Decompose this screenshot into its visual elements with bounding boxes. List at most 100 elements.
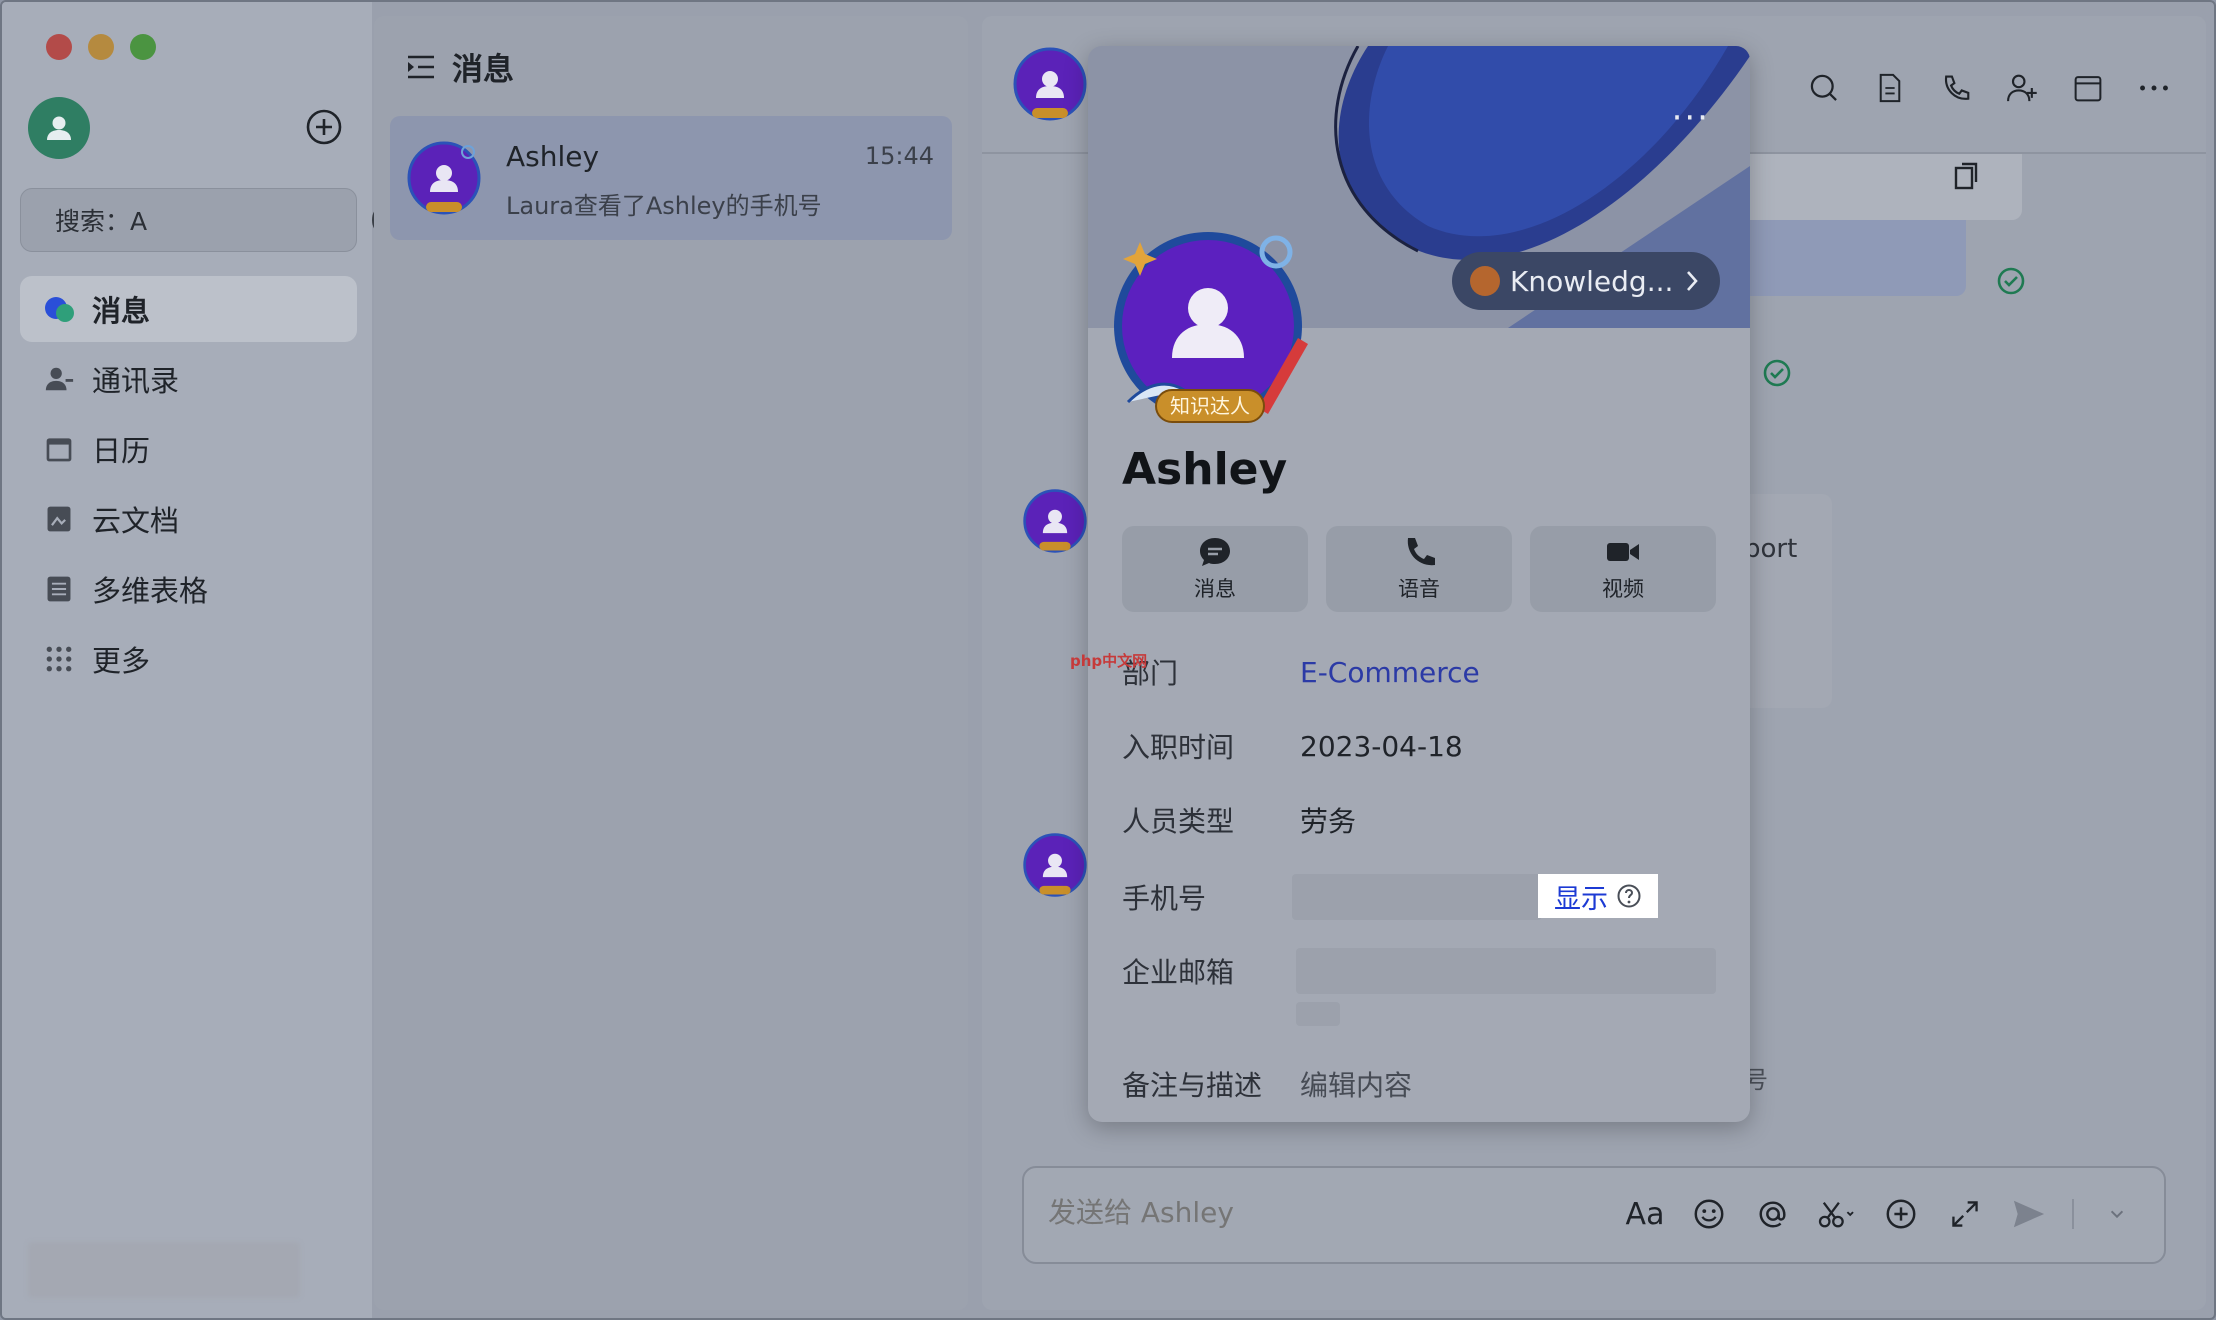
hire-date-row: 入职时间 2023-04-18: [1122, 726, 1463, 766]
sidebar-item-messages[interactable]: 消息: [20, 276, 357, 342]
edit-notes-link[interactable]: 编辑内容: [1300, 1064, 1412, 1104]
list-header: 消息: [404, 44, 514, 89]
send-icon[interactable]: [2008, 1192, 2050, 1236]
staff-type-row: 人员类型 劳务: [1122, 800, 1356, 840]
screenshot-scissors-icon[interactable]: [1816, 1192, 1858, 1236]
chevron-right-icon: [1687, 271, 1698, 291]
search-field[interactable]: [20, 188, 386, 252]
page-title: 消息: [452, 52, 514, 88]
more-icon[interactable]: [2132, 66, 2176, 110]
docs-icon: [42, 502, 76, 536]
message-bubble: [1722, 220, 1966, 296]
watermark: php中文网: [1070, 652, 1148, 670]
message-composer[interactable]: Aa: [1022, 1166, 2166, 1264]
search-input[interactable]: [55, 205, 372, 235]
sidebar-item-base[interactable]: 多维表格: [20, 556, 357, 622]
profile-actions: 消息 语音 视频: [1122, 526, 1716, 612]
maximize-window-button[interactable]: [130, 34, 156, 60]
badge-icon: [1470, 266, 1500, 296]
chat-toolbar: [1802, 66, 2176, 110]
user-icon: [47, 116, 71, 140]
field-label: 备注与描述: [1122, 1069, 1263, 1102]
add-member-icon[interactable]: [2000, 66, 2044, 110]
action-label: 消息: [1194, 577, 1236, 601]
conversation-preview: Laura查看了Ashley的手机号: [506, 192, 822, 220]
phone-icon: [1407, 538, 1435, 566]
app-window: 消息 通讯录 日历: [0, 0, 2216, 1320]
phone-icon[interactable]: [1934, 66, 1978, 110]
list-item[interactable]: Ashley 15:44 Laura查看了Ashley的手机号: [390, 116, 952, 240]
message-button[interactable]: 消息: [1122, 526, 1308, 612]
notes-row: 备注与描述 编辑内容: [1122, 1064, 1412, 1104]
field-value: 2023-04-18: [1300, 729, 1463, 763]
search-chat-icon[interactable]: [1802, 66, 1846, 110]
action-label: 视频: [1602, 577, 1644, 601]
sidebar-nav: 消息 通讯录 日历 云文档 多维表格 更多: [20, 276, 357, 696]
sidebar-item-calendar[interactable]: 日历: [20, 416, 357, 482]
sidebar-item-contacts[interactable]: 通讯录: [20, 346, 357, 412]
more-icon[interactable]: ···: [1672, 98, 1710, 138]
department-link[interactable]: E-Commerce: [1300, 656, 1480, 689]
profile-card: ··· Knowledg... 知识达人 Ashley 消息 语音 视频 部门 …: [1088, 46, 1750, 1122]
conversation-time: 15:44: [864, 142, 934, 170]
message-bubble: [1722, 154, 2022, 220]
field-label: 人员类型: [1122, 805, 1235, 838]
field-label: 入职时间: [1122, 731, 1235, 764]
avatar[interactable]: [1022, 488, 1088, 554]
text-format-button[interactable]: Aa: [1624, 1192, 1666, 1236]
action-label: 语音: [1398, 577, 1440, 601]
show-phone-label: 显示: [1554, 883, 1608, 915]
chevron-down-icon[interactable]: [2096, 1192, 2138, 1236]
video-camera-icon: [1607, 543, 1639, 561]
avatar[interactable]: [28, 97, 90, 159]
emoji-icon[interactable]: [1688, 1192, 1730, 1236]
field-label: 企业邮箱: [1122, 956, 1235, 989]
collapse-list-icon[interactable]: [404, 50, 438, 84]
sidebar-item-label: 日历: [92, 434, 151, 468]
calendar-icon[interactable]: [2066, 66, 2110, 110]
show-phone-button[interactable]: 显示: [1538, 874, 1658, 918]
conversation-list: 消息 Ashley 15:44 Laura查看了Ashley的手机号: [374, 16, 968, 1310]
plus-circle-icon[interactable]: [304, 107, 344, 147]
close-window-button[interactable]: [46, 34, 72, 60]
video-call-button[interactable]: 视频: [1530, 526, 1716, 612]
message-input[interactable]: [1048, 1196, 1548, 1229]
conversation-name: Ashley: [506, 140, 600, 173]
sidebar: 消息 通讯录 日历: [2, 2, 386, 1318]
read-check-icon: [1763, 359, 1791, 387]
department-row: 部门 E-Commerce: [1122, 652, 1480, 692]
avatar[interactable]: [1022, 832, 1088, 898]
read-check-icon: [1997, 267, 2025, 295]
sidebar-item-label: 多维表格: [92, 574, 209, 608]
profile-name: Ashley: [1122, 444, 1288, 495]
more-apps-icon: [42, 642, 76, 676]
field-value: 劳务: [1300, 805, 1357, 838]
avatar: [407, 141, 481, 215]
sidebar-item-label: 消息: [92, 294, 151, 328]
plus-circle-icon[interactable]: [1880, 1192, 1922, 1236]
masked-email-extra: [1296, 1002, 1340, 1026]
calendar-icon: [42, 432, 76, 466]
avatar-badge-label: 知识达人: [1170, 394, 1250, 418]
badge-chip-label: Knowledg...: [1510, 264, 1674, 298]
sidebar-item-label: 通讯录: [92, 364, 180, 398]
divider: [2072, 1199, 2074, 1229]
phone-row: 手机号: [1122, 874, 1542, 920]
badge-chip[interactable]: Knowledg...: [1452, 252, 1720, 310]
document-icon[interactable]: [1868, 66, 1912, 110]
masked-phone: [1292, 874, 1542, 920]
voice-call-button[interactable]: 语音: [1326, 526, 1512, 612]
sidebar-item-more[interactable]: 更多: [20, 626, 357, 692]
avatar[interactable]: 知识达人: [1108, 222, 1318, 432]
masked-email: [1296, 948, 1716, 994]
copy-icon[interactable]: [1952, 162, 1980, 192]
composer-tools: Aa: [1624, 1192, 2138, 1236]
help-icon[interactable]: [1616, 883, 1642, 909]
avatar[interactable]: [1012, 46, 1088, 122]
sidebar-item-docs[interactable]: 云文档: [20, 486, 357, 552]
mention-icon[interactable]: [1752, 1192, 1794, 1236]
expand-icon[interactable]: [1944, 1192, 1986, 1236]
minimize-window-button[interactable]: [88, 34, 114, 60]
blurred-area: [28, 1242, 300, 1298]
sidebar-item-label: 更多: [92, 644, 151, 678]
